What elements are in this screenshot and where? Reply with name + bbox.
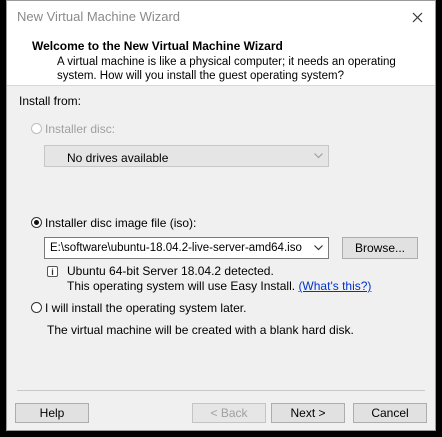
install-later-label: I will install the operating system late… — [45, 301, 247, 315]
cancel-button[interactable]: Cancel — [353, 403, 427, 423]
chevron-down-icon — [314, 245, 323, 251]
iso-path-value: E:\software\ubuntu-18.04.2-live-server-a… — [50, 242, 302, 254]
installer-disc-dropdown[interactable]: No drives available — [44, 145, 329, 167]
header-description: A virtual machine is like a physical com… — [57, 56, 396, 82]
whats-this-link[interactable]: (What's this?) — [298, 279, 371, 293]
install-later-radio[interactable] — [31, 302, 42, 313]
browse-button[interactable]: Browse... — [342, 237, 418, 259]
window-title: New Virtual Machine Wizard — [17, 9, 181, 24]
back-button[interactable]: < Back — [192, 403, 266, 423]
install-later-description: The virtual machine will be created with… — [47, 323, 354, 337]
close-icon — [412, 12, 422, 22]
title-bar: New Virtual Machine Wizard — [7, 1, 435, 33]
header-title: Welcome to the New Virtual Machine Wizar… — [32, 39, 283, 53]
easy-install-row: This operating system will use Easy Inst… — [67, 279, 371, 293]
easy-install-text: This operating system will use Easy Inst… — [67, 279, 296, 293]
wizard-body: Install from: Installer disc: No drives … — [7, 86, 435, 386]
chevron-down-icon — [314, 153, 323, 159]
installer-disc-label: Installer disc: — [45, 122, 116, 136]
help-button[interactable]: Help — [15, 403, 89, 423]
iso-label: Installer disc image file (iso): — [45, 216, 197, 230]
installer-disc-radio[interactable] — [31, 123, 42, 134]
next-button[interactable]: Next > — [271, 403, 345, 423]
info-icon: i — [47, 266, 58, 277]
detected-text: Ubuntu 64-bit Server 18.04.2 detected. — [67, 264, 274, 278]
close-button[interactable] — [399, 1, 435, 33]
wizard-window: New Virtual Machine Wizard Welcome to th… — [6, 0, 436, 431]
footer-separator — [17, 390, 425, 391]
iso-path-combo[interactable]: E:\software\ubuntu-18.04.2-live-server-a… — [44, 237, 329, 259]
install-from-label: Install from: — [19, 94, 82, 108]
wizard-header: Welcome to the New Virtual Machine Wizar… — [7, 33, 435, 86]
iso-radio[interactable] — [31, 217, 42, 228]
installer-disc-dropdown-value: No drives available — [67, 151, 169, 165]
